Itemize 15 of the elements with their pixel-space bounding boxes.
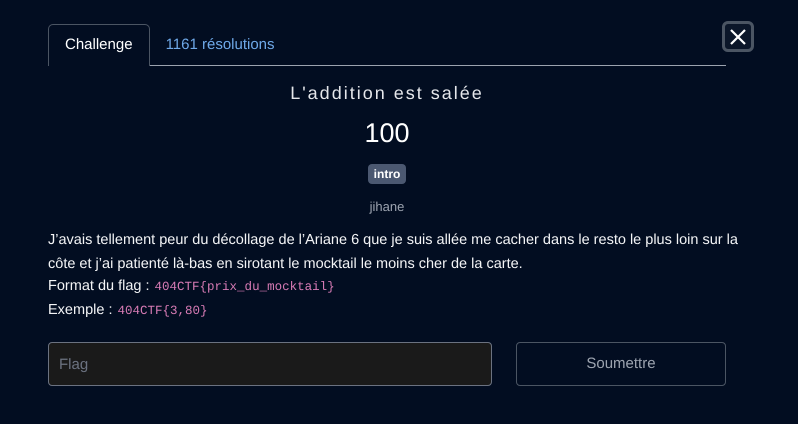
field-label: Exemple :: [48, 301, 112, 320]
author-name: jihane: [370, 198, 404, 216]
challenge-points: 100: [364, 117, 410, 150]
code-snippet: 404CTF{3,80}: [117, 303, 208, 320]
tab[interactable]: Challenge: [48, 24, 150, 66]
close-button[interactable]: [722, 21, 754, 52]
submit-button[interactable]: Soumettre: [516, 342, 726, 386]
tab[interactable]: 1161 résolutions: [150, 24, 291, 66]
code-snippet: 404CTF{prix_du_mocktail}: [154, 279, 335, 296]
close-icon: [729, 28, 747, 46]
category-tag: intro: [368, 164, 406, 184]
challenge-title: L'addition est salée: [290, 82, 484, 105]
field-label: Format du flag :: [48, 277, 150, 296]
challenge-description: J’avais tellement peur du décollage de l’Ariane 6 que je suis allée me cacher dans le resto le plus loin sur la côte et j’ai patienté là-bas en sirotant le mocktail le moins cher de la carte.: [48, 231, 739, 274]
flag-input[interactable]: Flag: [48, 342, 492, 386]
